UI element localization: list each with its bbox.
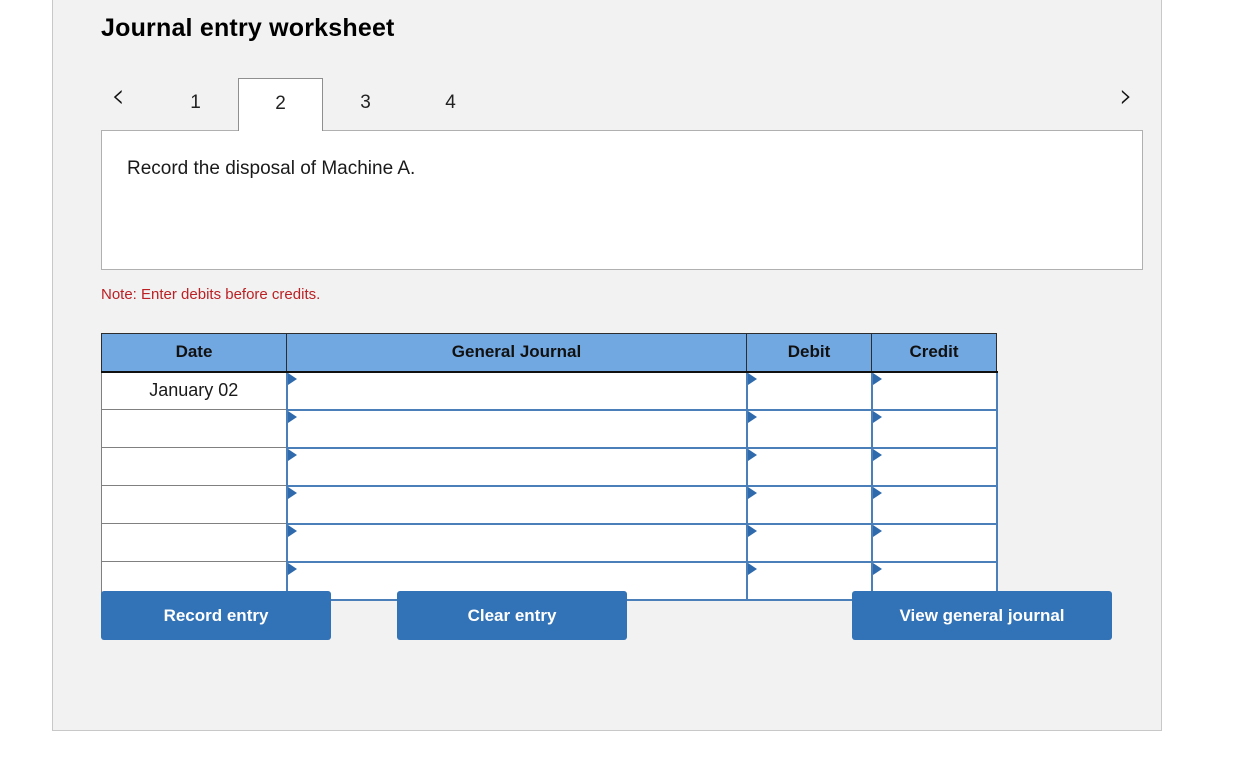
- table-row: January 02: [101, 371, 998, 411]
- chevron-right-icon[interactable]: ›: [1109, 74, 1143, 118]
- cell-credit[interactable]: [870, 523, 998, 563]
- journal-entry-table: Date General Journal Debit Credit Januar…: [101, 333, 998, 601]
- prompt-text: Record the disposal of Machine A.: [127, 158, 416, 179]
- table-row: [101, 485, 998, 525]
- prompt-box: Record the disposal of Machine A.: [101, 130, 1143, 270]
- cell-debit[interactable]: [745, 447, 873, 487]
- dropdown-triangle-icon: [287, 410, 297, 423]
- table-header-row: Date General Journal Debit Credit: [101, 333, 997, 373]
- screenshot-root: Journal entry worksheet ‹ › 1234 Record …: [0, 0, 1253, 783]
- clear-entry-button[interactable]: Clear entry: [397, 591, 627, 640]
- view-general-journal-button[interactable]: View general journal: [852, 591, 1112, 640]
- cell-date[interactable]: January 02: [101, 371, 287, 410]
- cell-debit[interactable]: [745, 371, 873, 411]
- cell-debit[interactable]: [745, 523, 873, 563]
- dropdown-triangle-icon: [872, 448, 882, 461]
- column-header-date: Date: [101, 333, 287, 373]
- tab-1[interactable]: 1: [153, 78, 238, 131]
- table-row: [101, 523, 998, 563]
- worksheet-tabstrip: ‹ › 1234: [101, 66, 1143, 131]
- dropdown-triangle-icon: [872, 410, 882, 423]
- cell-credit[interactable]: [870, 447, 998, 487]
- table-row: [101, 447, 998, 487]
- dropdown-triangle-icon: [287, 486, 297, 499]
- dropdown-triangle-icon: [872, 372, 882, 385]
- debits-before-credits-note: Note: Enter debits before credits.: [101, 286, 321, 303]
- page-title: Journal entry worksheet: [101, 14, 395, 42]
- cell-general-journal[interactable]: [285, 523, 748, 563]
- tab-2[interactable]: 2: [238, 78, 323, 131]
- cell-date[interactable]: [101, 485, 287, 524]
- column-header-general-journal: General Journal: [286, 333, 747, 373]
- cell-general-journal[interactable]: [285, 485, 748, 525]
- chevron-left-icon[interactable]: ‹: [101, 74, 135, 118]
- dropdown-triangle-icon: [287, 562, 297, 575]
- dropdown-triangle-icon: [872, 486, 882, 499]
- cell-general-journal[interactable]: [285, 371, 748, 411]
- record-entry-button[interactable]: Record entry: [101, 591, 331, 640]
- journal-entry-panel: Journal entry worksheet ‹ › 1234 Record …: [52, 0, 1162, 731]
- tab-3[interactable]: 3: [323, 78, 408, 131]
- column-header-debit: Debit: [746, 333, 872, 373]
- cell-credit[interactable]: [870, 371, 998, 411]
- dropdown-triangle-icon: [287, 448, 297, 461]
- table-row: [101, 409, 998, 449]
- cell-general-journal[interactable]: [285, 409, 748, 449]
- dropdown-triangle-icon: [287, 524, 297, 537]
- dropdown-triangle-icon: [747, 524, 757, 537]
- cell-credit[interactable]: [870, 409, 998, 449]
- cell-debit[interactable]: [745, 409, 873, 449]
- dropdown-triangle-icon: [872, 524, 882, 537]
- dropdown-triangle-icon: [747, 372, 757, 385]
- column-header-credit: Credit: [871, 333, 997, 373]
- dropdown-triangle-icon: [747, 410, 757, 423]
- dropdown-triangle-icon: [872, 562, 882, 575]
- cell-date[interactable]: [101, 447, 287, 486]
- cell-general-journal[interactable]: [285, 447, 748, 487]
- dropdown-triangle-icon: [287, 372, 297, 385]
- cell-debit[interactable]: [745, 485, 873, 525]
- cell-date[interactable]: [101, 523, 287, 562]
- dropdown-triangle-icon: [747, 562, 757, 575]
- dropdown-triangle-icon: [747, 486, 757, 499]
- cell-credit[interactable]: [870, 485, 998, 525]
- cell-date[interactable]: [101, 409, 287, 448]
- tab-4[interactable]: 4: [408, 78, 493, 131]
- dropdown-triangle-icon: [747, 448, 757, 461]
